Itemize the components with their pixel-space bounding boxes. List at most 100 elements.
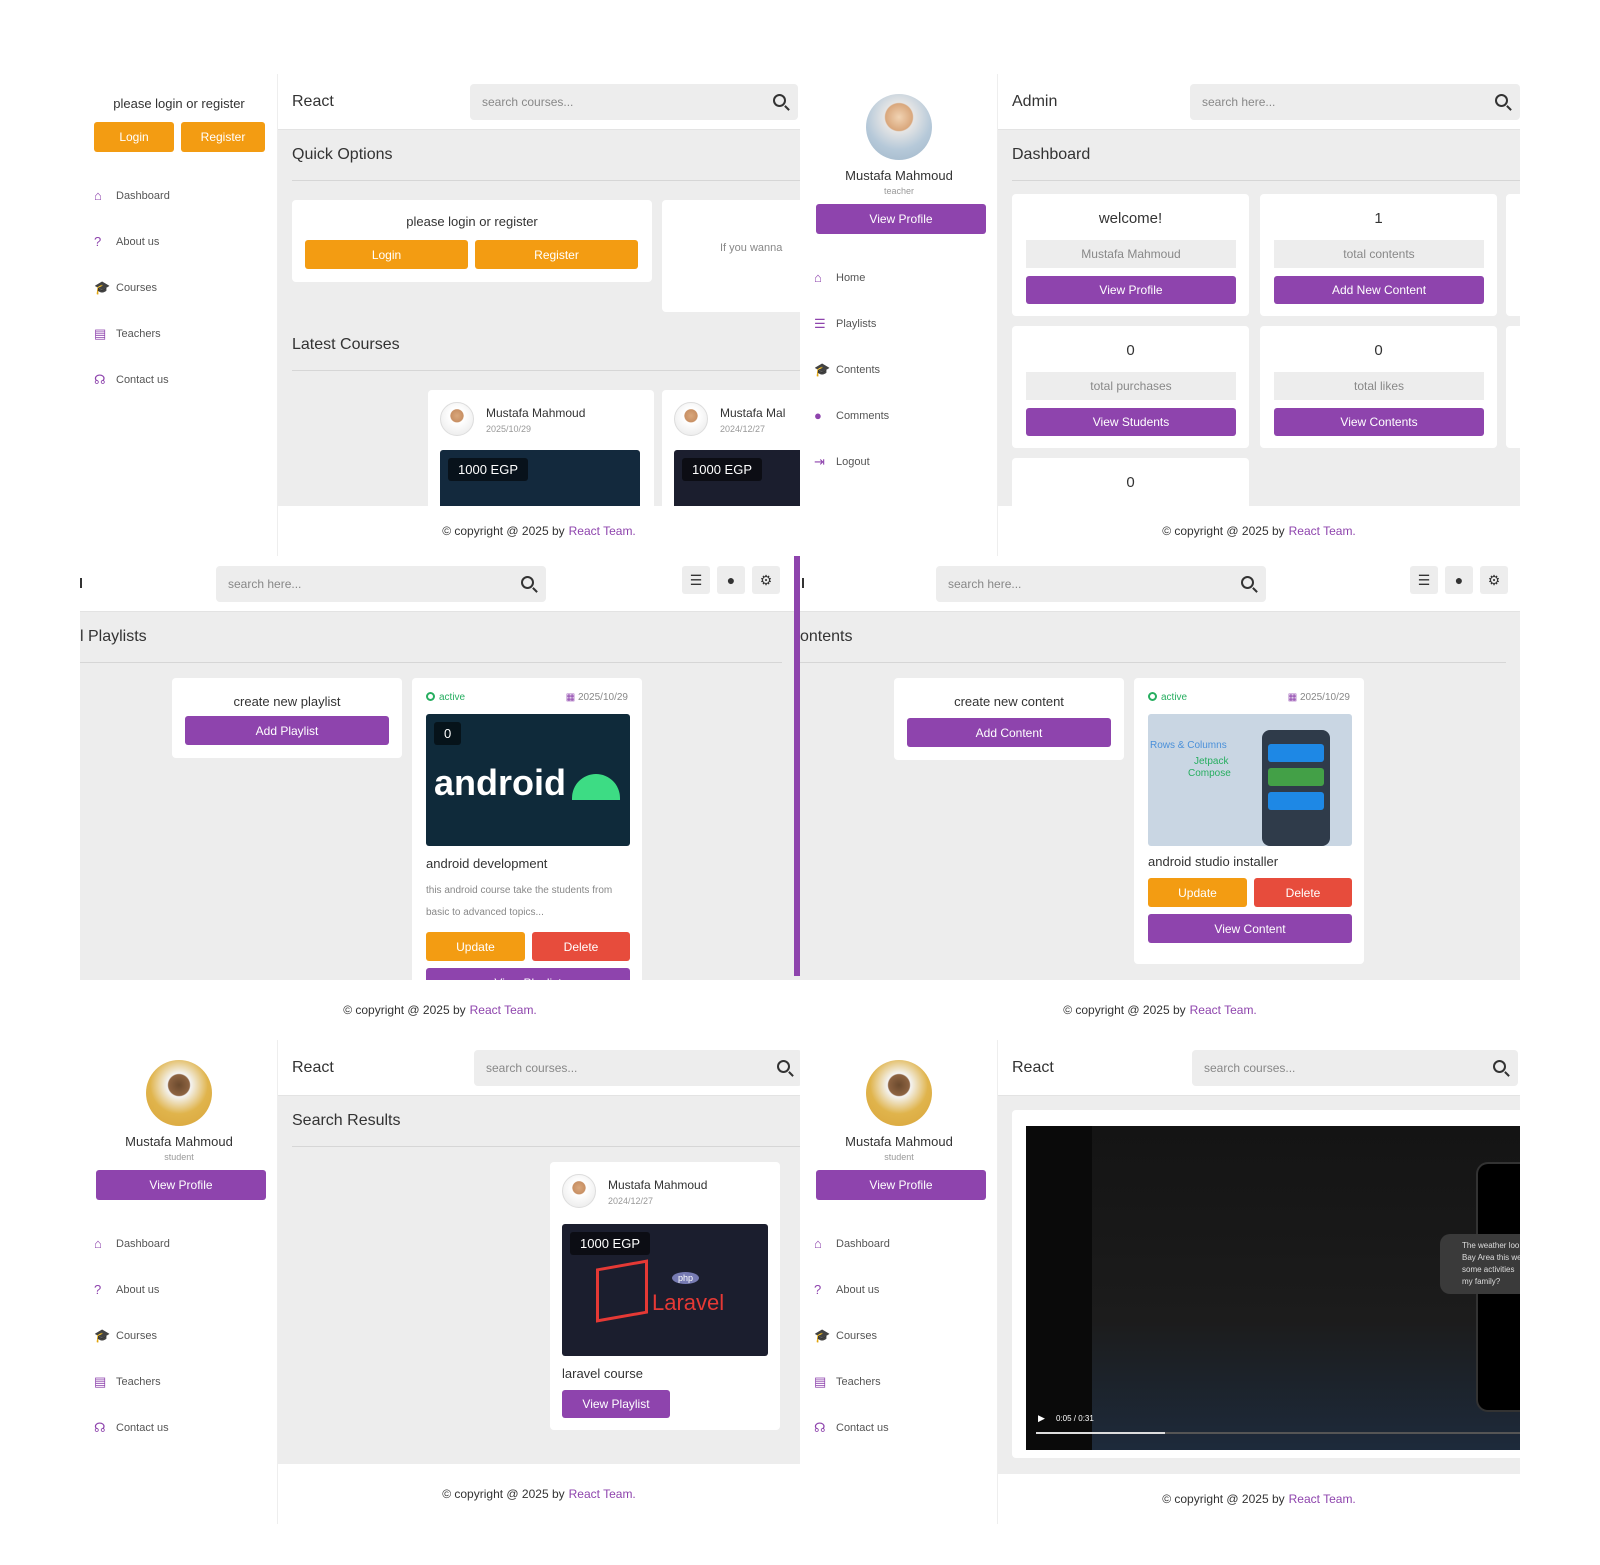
logo[interactable]: React xyxy=(1012,1059,1054,1077)
footer-link[interactable]: React Team. xyxy=(1190,1003,1257,1017)
sidebar-item-about[interactable]: ? About us xyxy=(814,1282,879,1297)
user-icon[interactable]: ● xyxy=(717,566,745,594)
login-button[interactable]: Login xyxy=(94,122,174,152)
logo[interactable]: Admin xyxy=(1012,93,1057,111)
content-thumbnail[interactable]: Rows & Columns Jetpack Compose xyxy=(1148,714,1352,846)
update-button[interactable]: Update xyxy=(426,932,525,961)
sidebar-item-courses[interactable]: 🎓 Courses xyxy=(94,1328,157,1344)
gear-icon[interactable]: ⚙ xyxy=(752,566,780,594)
sidebar-item-courses[interactable]: 🎓 Courses xyxy=(814,1328,877,1344)
search-input[interactable]: search courses... xyxy=(1204,1061,1295,1075)
page-title: ontents xyxy=(800,628,853,645)
sidebar-item-contact[interactable]: ☊ Contact us xyxy=(94,1420,169,1436)
add-new-content-button[interactable]: Add New Content xyxy=(1274,276,1484,304)
add-content-button[interactable]: Add Content xyxy=(907,718,1111,747)
sidebar-item-contact[interactable]: ☊ Contact us xyxy=(814,1420,889,1436)
search-input[interactable]: search here... xyxy=(228,577,301,591)
sidebar-item-comments[interactable]: ● Comments xyxy=(814,408,889,423)
search-box[interactable]: search courses... xyxy=(470,84,798,120)
search-input[interactable]: search here... xyxy=(948,577,1021,591)
view-content-button[interactable]: View Content xyxy=(1148,914,1352,943)
register-button[interactable]: Register xyxy=(475,240,638,269)
search-box[interactable]: search courses... xyxy=(474,1050,800,1086)
register-button[interactable]: Register xyxy=(181,122,265,152)
question-icon: ? xyxy=(814,1282,822,1297)
playlist-thumbnail[interactable]: 0 android xyxy=(426,714,630,846)
search-input[interactable]: search courses... xyxy=(486,1061,577,1075)
sidebar-item-about[interactable]: ? About us xyxy=(94,1282,159,1297)
header: Admin search here... xyxy=(998,74,1520,130)
chalkboard-teacher-icon: ▤ xyxy=(94,326,107,341)
play-icon[interactable]: ▶ xyxy=(1038,1413,1045,1424)
sidebar-item-courses[interactable]: 🎓 Courses xyxy=(94,280,157,296)
menu-icon[interactable]: ☰ xyxy=(682,566,710,594)
footer-link[interactable]: React Team. xyxy=(1289,524,1356,538)
sidebar-item-about[interactable]: ? About us xyxy=(94,234,159,249)
search-box[interactable]: search here... xyxy=(216,566,546,602)
sidebar-item-teachers[interactable]: ▤ Teachers xyxy=(94,326,161,342)
search-box[interactable]: search here... xyxy=(1190,84,1520,120)
logo[interactable]: React xyxy=(292,1059,334,1077)
login-button[interactable]: Login xyxy=(305,240,468,269)
footer-text: © copyright @ 2025 by xyxy=(1063,1003,1186,1017)
status-text: active xyxy=(439,692,466,703)
sidebar-item-label: Contact us xyxy=(116,1422,169,1434)
view-playlist-button[interactable]: View Playlist xyxy=(562,1390,670,1418)
view-profile-button[interactable]: View Profile xyxy=(96,1170,266,1200)
sidebar-item-playlists[interactable]: ☰ Playlists xyxy=(814,316,876,332)
view-students-button[interactable]: View Students xyxy=(1026,408,1236,436)
sidebar-item-dashboard[interactable]: ⌂ Dashboard xyxy=(814,1236,890,1251)
sidebar-item-teachers[interactable]: ▤ Teachers xyxy=(814,1374,881,1390)
footer-link[interactable]: React Team. xyxy=(569,524,636,538)
header: React search courses... xyxy=(278,1040,800,1096)
create-label: create new playlist xyxy=(233,694,341,709)
sidebar-item-label: Courses xyxy=(836,1330,877,1342)
sidebar-item-dashboard[interactable]: ⌂ Dashboard xyxy=(94,188,170,203)
avatar xyxy=(674,402,708,436)
avatar xyxy=(440,402,474,436)
search-icon[interactable] xyxy=(1493,1060,1506,1073)
search-icon[interactable] xyxy=(1495,94,1508,107)
update-button[interactable]: Update xyxy=(1148,878,1247,907)
view-profile-button[interactable]: View Profile xyxy=(816,1170,986,1200)
footer-link[interactable]: React Team. xyxy=(470,1003,537,1017)
footer-link[interactable]: React Team. xyxy=(1289,1492,1356,1506)
sidebar-item-contents[interactable]: 🎓 Contents xyxy=(814,362,880,378)
delete-button[interactable]: Delete xyxy=(532,932,630,961)
sidebar-item-home[interactable]: ⌂ Home xyxy=(814,270,865,285)
sidebar-item-logout[interactable]: ⇥ Logout xyxy=(814,454,870,470)
sidebar-item-teachers[interactable]: ▤ Teachers xyxy=(94,1374,161,1390)
search-icon[interactable] xyxy=(1241,576,1254,589)
sidebar-item-dashboard[interactable]: ⌂ Dashboard xyxy=(94,1236,170,1251)
divider xyxy=(80,662,782,663)
view-contents-button[interactable]: View Contents xyxy=(1274,408,1484,436)
search-box[interactable]: search courses... xyxy=(1192,1050,1518,1086)
user-icon[interactable]: ● xyxy=(1445,566,1473,594)
course-card[interactable]: Mustafa Mahmoud 2024/12/27 1000 EGP php … xyxy=(550,1162,780,1430)
sidebar-item-contact[interactable]: ☊ Contact us xyxy=(94,372,169,388)
create-content-card: create new content Add Content xyxy=(894,678,1124,760)
search-icon[interactable] xyxy=(773,94,786,107)
section-title-latest-courses: Latest Courses xyxy=(292,336,400,353)
search-input[interactable]: search courses... xyxy=(482,95,573,109)
footer-link[interactable]: React Team. xyxy=(569,1487,636,1501)
logo[interactable]: React xyxy=(292,93,334,111)
thumb-caption-3: Compose xyxy=(1188,768,1231,779)
gear-icon[interactable]: ⚙ xyxy=(1480,566,1508,594)
delete-button[interactable]: Delete xyxy=(1254,878,1352,907)
divider xyxy=(800,662,1506,663)
video-progress-track[interactable] xyxy=(1036,1432,1520,1434)
video-player[interactable]: The weather loo Bay Area this we some ac… xyxy=(1026,1126,1520,1450)
graduation-cap-icon: 🎓 xyxy=(94,280,111,295)
view-profile-button[interactable]: View Profile xyxy=(1026,276,1236,304)
course-thumbnail[interactable]: 1000 EGP php Laravel xyxy=(562,1224,768,1356)
menu-icon[interactable]: ☰ xyxy=(1410,566,1438,594)
add-playlist-button[interactable]: Add Playlist xyxy=(185,716,389,745)
search-box[interactable]: search here... xyxy=(936,566,1266,602)
view-profile-button[interactable]: View Profile xyxy=(816,204,986,234)
search-input[interactable]: search here... xyxy=(1202,95,1275,109)
search-icon[interactable] xyxy=(521,576,534,589)
calendar-icon: ▦ xyxy=(1287,692,1300,703)
stat-count: 1 xyxy=(1374,210,1383,227)
search-icon[interactable] xyxy=(777,1060,790,1073)
